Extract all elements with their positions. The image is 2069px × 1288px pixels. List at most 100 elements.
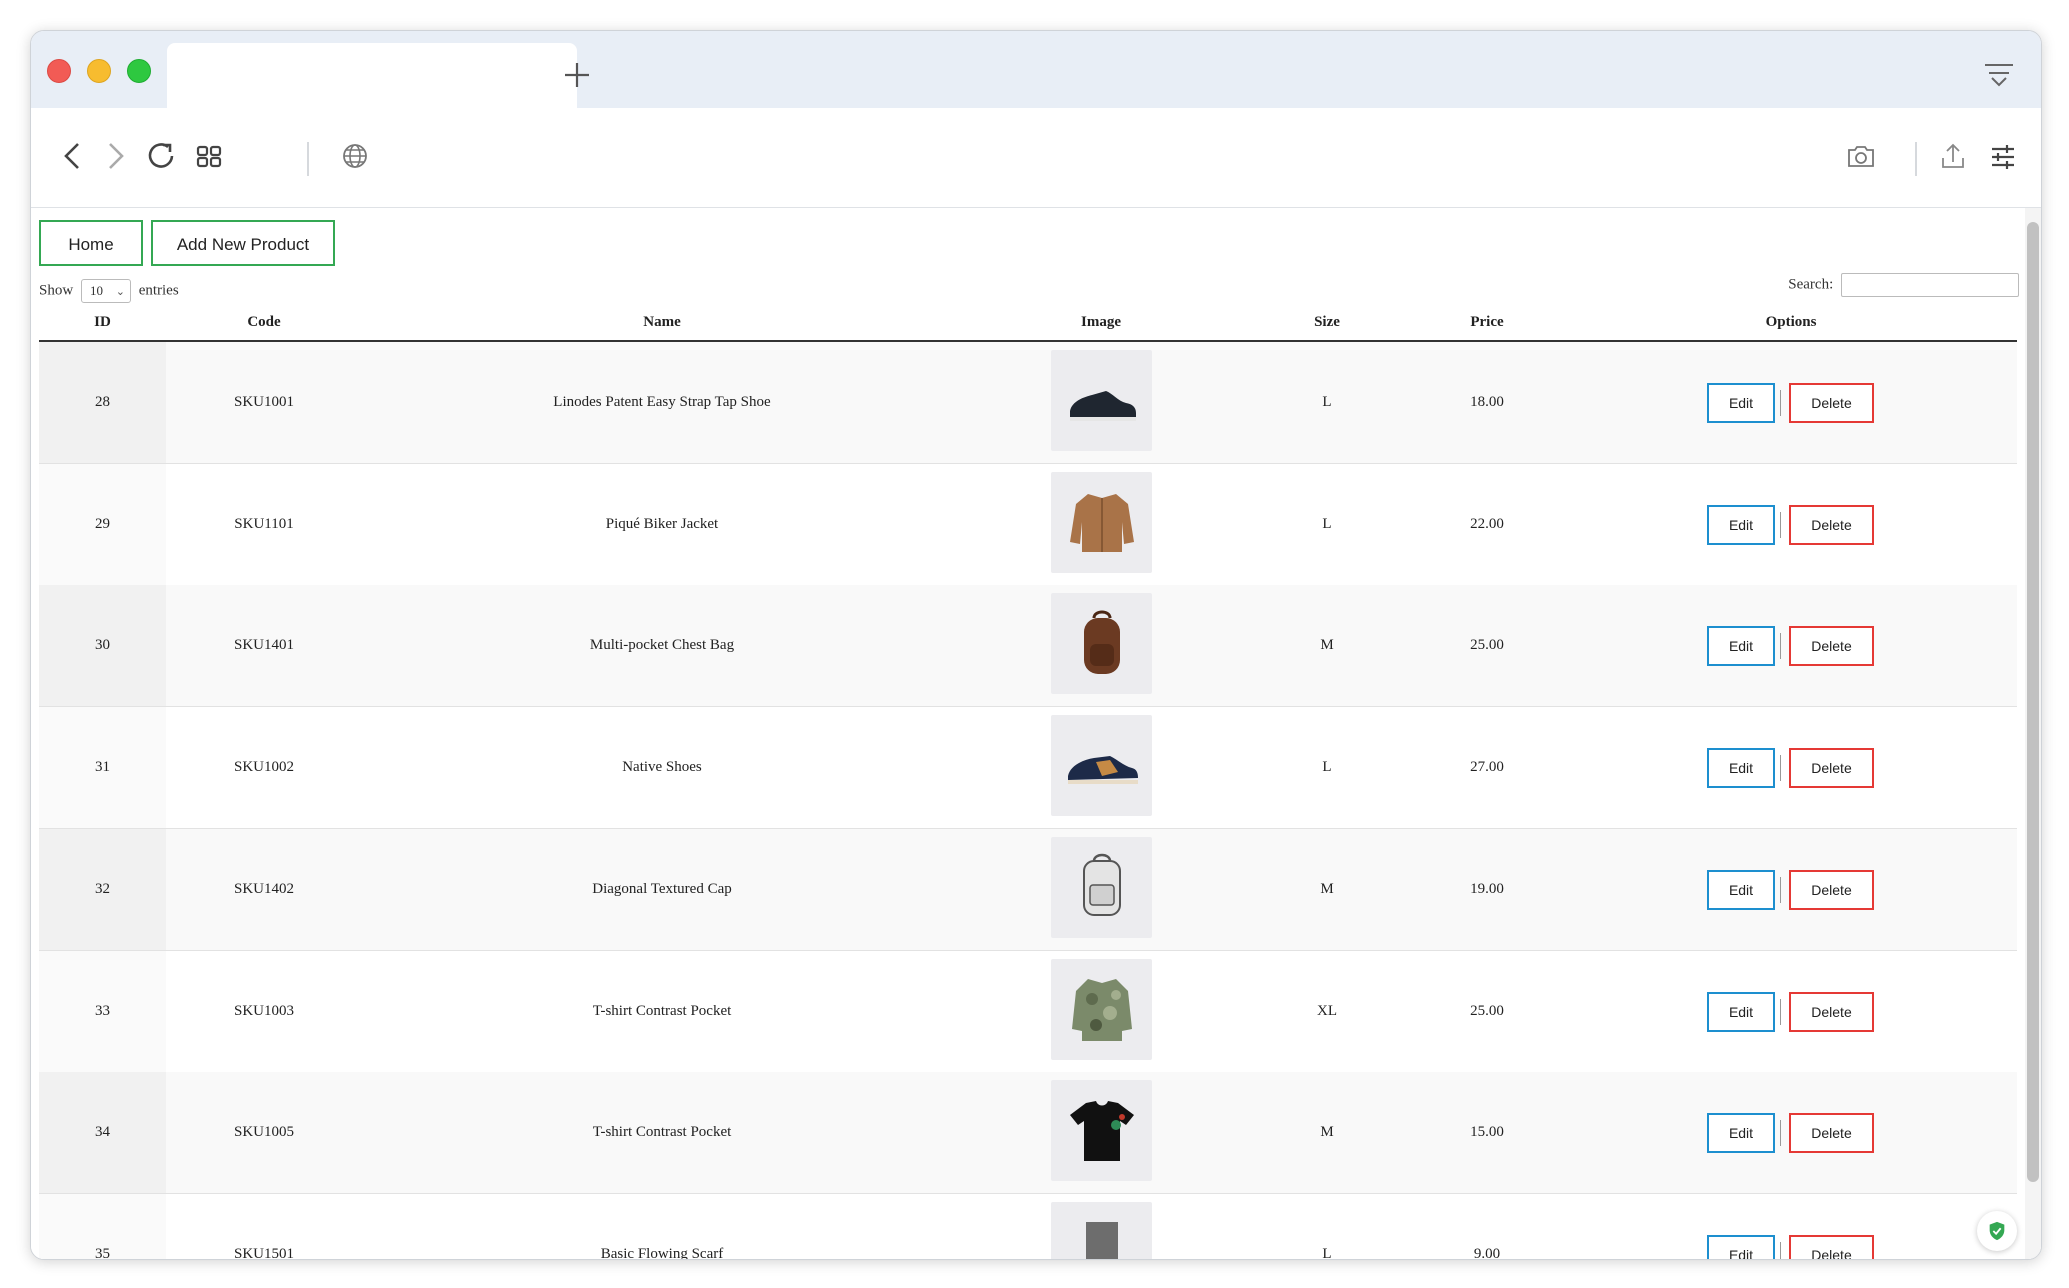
options-divider bbox=[1780, 755, 1781, 782]
cell-id: 30 bbox=[39, 585, 166, 707]
settings-sliders-icon[interactable] bbox=[1983, 136, 2023, 176]
maximize-window-button[interactable] bbox=[127, 59, 151, 83]
product-image-white-backpack bbox=[1051, 836, 1152, 938]
forward-icon[interactable] bbox=[95, 136, 135, 176]
delete-button[interactable]: Delete bbox=[1789, 626, 1874, 667]
search-label: Search: bbox=[1788, 276, 1834, 293]
cell-size: L bbox=[1322, 1245, 1332, 1260]
cell-name: Basic Flowing Scarf bbox=[600, 1245, 724, 1260]
table-row: 28 SKU1001 Linodes Patent Easy Strap Tap S… bbox=[39, 342, 2017, 464]
column-header-options[interactable]: Options bbox=[1691, 314, 1891, 331]
cell-id: 33 bbox=[39, 950, 166, 1072]
home-button[interactable]: Home bbox=[39, 220, 143, 266]
edit-button[interactable]: Edit bbox=[1707, 991, 1775, 1032]
scrollbar-thumb[interactable] bbox=[2027, 222, 2039, 1182]
options-divider bbox=[1780, 633, 1781, 660]
security-shield-icon[interactable] bbox=[1977, 1211, 2017, 1251]
cell-price: 9.00 bbox=[1473, 1245, 1501, 1260]
cell-name: Piqué Biker Jacket bbox=[605, 515, 719, 532]
cell-id: 31 bbox=[39, 707, 166, 829]
new-tab-icon[interactable] bbox=[557, 55, 597, 95]
column-header-id[interactable]: ID bbox=[39, 314, 166, 331]
cell-code: SKU1401 bbox=[233, 637, 294, 654]
column-header-size[interactable]: Size bbox=[1277, 314, 1377, 331]
cell-code: SKU1001 bbox=[233, 394, 294, 410]
cell-code: SKU1002 bbox=[233, 759, 294, 776]
cell-price: 27.00 bbox=[1470, 759, 1504, 776]
cell-size: M bbox=[1320, 1124, 1334, 1141]
search-input[interactable] bbox=[1841, 273, 2019, 297]
options-divider bbox=[1780, 876, 1781, 903]
show-label: Show bbox=[39, 282, 74, 299]
delete-button[interactable]: Delete bbox=[1789, 383, 1874, 423]
options-divider bbox=[1780, 1120, 1781, 1147]
grid-view-icon[interactable] bbox=[189, 136, 229, 176]
cell-price: 19.00 bbox=[1470, 880, 1504, 897]
cell-size: XL bbox=[1317, 1002, 1337, 1019]
active-tab[interactable] bbox=[167, 43, 577, 108]
delete-button[interactable]: Delete bbox=[1789, 1113, 1874, 1154]
product-image-tan-jacket bbox=[1051, 471, 1152, 573]
cell-name: T-shirt Contrast Pocket bbox=[592, 1002, 732, 1019]
options-divider bbox=[1780, 511, 1781, 538]
delete-button[interactable]: Delete bbox=[1789, 869, 1874, 910]
minimize-window-button[interactable] bbox=[87, 59, 111, 83]
options-divider bbox=[1780, 1241, 1781, 1259]
cell-size: L bbox=[1322, 515, 1332, 532]
table-row: 30 SKU1401 Multi-pocket Chest Bag M 25.00 Edi… bbox=[39, 585, 2017, 708]
entries-label: entries bbox=[138, 282, 179, 299]
delete-button[interactable]: Delete bbox=[1789, 504, 1874, 545]
add-new-product-button[interactable]: Add New Product bbox=[151, 220, 335, 266]
tab-bar bbox=[31, 31, 2041, 108]
cell-name: Native Shoes bbox=[622, 759, 702, 776]
cell-name: T-shirt Contrast Pocket bbox=[592, 1124, 732, 1141]
chevron-down-icon: ⌄ bbox=[115, 286, 125, 298]
globe-icon[interactable] bbox=[335, 136, 375, 176]
entries-select[interactable]: 10 ⌄ bbox=[80, 279, 131, 303]
edit-button[interactable]: Edit bbox=[1707, 626, 1775, 667]
product-image-grey-scarf bbox=[1051, 1201, 1152, 1259]
edit-button[interactable]: Edit bbox=[1707, 869, 1775, 910]
table-row: 35 SKU1501 Basic Flowing Scarf L 9.00 Edit Del… bbox=[39, 1193, 2017, 1260]
edit-button[interactable]: Edit bbox=[1707, 1234, 1775, 1259]
cell-id: 32 bbox=[39, 828, 166, 950]
cell-price: 15.00 bbox=[1470, 1124, 1504, 1141]
delete-button[interactable]: Delete bbox=[1789, 748, 1874, 789]
edit-button[interactable]: Edit bbox=[1707, 383, 1775, 423]
cell-price: 18.00 bbox=[1470, 394, 1504, 410]
scrollbar[interactable] bbox=[2025, 208, 2041, 1259]
browser-window: Home Add New Product Show 10 ⌄ entries Se… bbox=[30, 30, 2042, 1260]
cell-id: 28 bbox=[39, 342, 166, 463]
cell-code: SKU1005 bbox=[233, 1124, 294, 1141]
share-icon[interactable] bbox=[1933, 136, 1973, 176]
table-row: 32 SKU1402 Diagonal Textured Cap M 19.00 Edit… bbox=[39, 828, 2017, 951]
edit-button[interactable]: Edit bbox=[1707, 1113, 1775, 1154]
camera-icon[interactable] bbox=[1841, 136, 1881, 176]
edit-button[interactable]: Edit bbox=[1707, 748, 1775, 789]
product-image-dark-sneaker bbox=[1051, 350, 1152, 451]
column-header-image[interactable]: Image bbox=[1001, 314, 1201, 331]
reload-icon[interactable] bbox=[141, 136, 181, 176]
cell-code: SKU1101 bbox=[234, 515, 294, 532]
table-row: 31 SKU1002 Native Shoes L 27.00 Edit Delete bbox=[39, 707, 2017, 830]
page-content: Home Add New Product Show 10 ⌄ entries Se… bbox=[31, 208, 2041, 1259]
cell-price: 25.00 bbox=[1470, 637, 1504, 654]
cell-code: SKU1003 bbox=[233, 1002, 294, 1019]
delete-button[interactable]: Delete bbox=[1789, 1234, 1874, 1259]
cell-code: SKU1402 bbox=[233, 880, 294, 897]
close-window-button[interactable] bbox=[47, 59, 71, 83]
column-header-name[interactable]: Name bbox=[362, 314, 962, 331]
column-header-code[interactable]: Code bbox=[166, 314, 362, 331]
cell-id: 29 bbox=[39, 463, 166, 585]
table-row: 33 SKU1003 T-shirt Contrast Pocket XL 25.00 E… bbox=[39, 950, 2017, 1073]
product-image-camo-jacket bbox=[1051, 958, 1152, 1060]
cell-name: Diagonal Textured Cap bbox=[592, 880, 732, 897]
table-row: 29 SKU1101 Piqué Biker Jacket L 22.00 Edit Del… bbox=[39, 463, 2017, 586]
column-header-price[interactable]: Price bbox=[1437, 314, 1537, 331]
cell-price: 25.00 bbox=[1470, 1002, 1504, 1019]
delete-button[interactable]: Delete bbox=[1789, 991, 1874, 1032]
product-image-black-tshirt bbox=[1051, 1080, 1152, 1182]
tab-list-menu-icon[interactable] bbox=[1981, 59, 2017, 89]
back-icon[interactable] bbox=[53, 136, 93, 176]
edit-button[interactable]: Edit bbox=[1707, 504, 1775, 545]
